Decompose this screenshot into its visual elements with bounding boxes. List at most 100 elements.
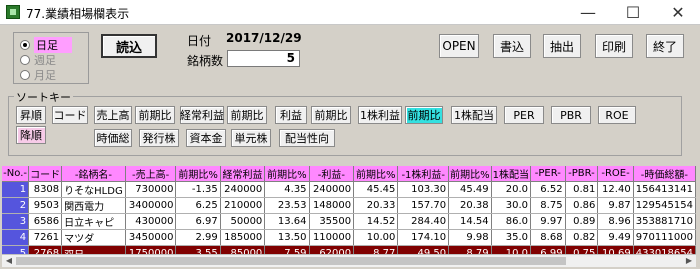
minimize-button[interactable]: — [566, 0, 610, 25]
table-row[interactable]: 3 6586 日立キャピ 430000 6.97 50000 13.64 35500 14.52… [2, 213, 696, 230]
sort-pbr-button[interactable]: PBR [551, 106, 591, 124]
sort-profit-yoy-button[interactable]: 前期比 [311, 106, 351, 124]
table-cell: 3.55 [175, 245, 221, 254]
horizontal-scrollbar[interactable]: ◀ ▶ [2, 254, 696, 267]
sort-capital-button[interactable]: 資本金 [186, 129, 226, 147]
table-cell: 8.79 [448, 245, 492, 254]
table-cell: 8.77 [353, 245, 399, 254]
load-button[interactable]: 読込 [101, 34, 157, 58]
sort-asc-button[interactable]: 昇順 [16, 106, 46, 124]
table-cell: 174.10 [397, 229, 450, 246]
close-button[interactable]: ✕ [656, 0, 700, 25]
table-cell: 30.0 [491, 197, 532, 214]
maximize-button[interactable]: ☐ [611, 0, 655, 25]
col-no[interactable]: -No.- [2, 166, 30, 182]
sort-market-cap-button[interactable]: 時価総 [94, 129, 132, 147]
table-row[interactable]: 4 7261 マツダ 3450000 2.99 185000 13.50 110000 10.0… [2, 229, 696, 246]
table-cell: 8.68 [530, 229, 566, 246]
sort-unit-shares-button[interactable]: 単元株 [231, 129, 271, 147]
col-dividend[interactable]: 1株配当 [491, 166, 532, 182]
table-cell: 3400000 [125, 197, 177, 214]
table-cell: 240000 [309, 181, 355, 198]
sort-dividend-button[interactable]: 1株配当 [451, 106, 497, 124]
col-per[interactable]: -PER- [530, 166, 566, 182]
table-cell: 9503 [28, 197, 63, 214]
radio-weekly[interactable]: 週足 [20, 53, 86, 67]
table-cell: 14.52 [353, 213, 399, 230]
sort-ordinary-profit-yoy-button[interactable]: 前期比 [227, 106, 267, 124]
col-ordinary-profit[interactable]: 経常利益 [220, 166, 266, 182]
sort-shares-button[interactable]: 発行株 [139, 129, 179, 147]
col-eps-yoy[interactable]: 前期比% [448, 166, 492, 182]
col-eps[interactable]: -1株利益- [397, 166, 450, 182]
table-cell: 0.75 [565, 245, 599, 254]
table-row[interactable]: 1 8308 りそなHLDG 730000 -1.35 240000 4.35 240000 4… [2, 181, 696, 198]
table-cell: 9.87 [597, 197, 634, 214]
sort-eps-yoy-button[interactable]: 前期比 [405, 106, 443, 124]
col-profit-yoy[interactable]: 前期比% [353, 166, 399, 182]
sort-payout-ratio-button[interactable]: 配当性向 [279, 129, 335, 147]
table-row[interactable]: 52768双日17500003.55850007.59620008.7749.5… [2, 245, 696, 254]
row-number-cell[interactable]: 3 [2, 213, 30, 230]
col-name[interactable]: -銘柄名- [61, 166, 126, 182]
results-grid[interactable]: -No.- コード -銘柄名- -売上高- 前期比% 経常利益 前期比% -利益… [2, 166, 696, 254]
print-button[interactable]: 印刷 [595, 34, 633, 58]
col-market-cap[interactable]: -時価総額- [633, 166, 696, 182]
table-cell: 49.50 [397, 245, 450, 254]
sort-sales-button[interactable]: 売上高 [94, 106, 132, 124]
exit-button[interactable]: 終了 [646, 34, 684, 58]
col-pbr[interactable]: -PBR- [565, 166, 599, 182]
row-number-cell[interactable]: 4 [2, 229, 30, 246]
table-cell: りそなHLDG [61, 181, 126, 198]
grid-body: 1 8308 りそなHLDG 730000 -1.35 240000 4.35 240000 4… [2, 181, 696, 254]
radio-daily-label: 日足 [34, 36, 72, 53]
scroll-right-icon[interactable]: ▶ [682, 255, 696, 267]
header-row: -No.- コード -銘柄名- -売上高- 前期比% 経常利益 前期比% -利益… [2, 166, 696, 182]
sort-desc-button[interactable]: 降順 [16, 126, 46, 144]
col-roe[interactable]: -ROE- [597, 166, 634, 182]
sort-sales-yoy-button[interactable]: 前期比 [135, 106, 175, 124]
extract-button[interactable]: 抽出 [543, 34, 581, 58]
sort-per-button[interactable]: PER [504, 106, 544, 124]
table-cell: 12.40 [597, 181, 634, 198]
row-number-cell[interactable]: 5 [2, 245, 30, 254]
col-code[interactable]: コード [28, 166, 63, 182]
table-cell: 353881710 [633, 213, 696, 230]
write-button[interactable]: 書込 [493, 34, 531, 58]
row-number-cell[interactable]: 1 [2, 181, 30, 198]
col-sales[interactable]: -売上高- [125, 166, 177, 182]
sort-key-title: ソートキー [14, 89, 73, 105]
radio-weekly-dot [20, 54, 30, 65]
table-cell: 20.38 [448, 197, 492, 214]
table-cell: -1.35 [175, 181, 221, 198]
col-profit[interactable]: -利益- [309, 166, 355, 182]
table-cell: 103.30 [397, 181, 450, 198]
sort-ordinary-profit-button[interactable]: 経常利益 [180, 106, 224, 124]
table-row[interactable]: 2 9503 関西電力 3400000 6.25 210000 23.53 148000 20.… [2, 197, 696, 214]
table-cell: 0.82 [565, 229, 599, 246]
sort-code-button[interactable]: コード [52, 106, 88, 124]
table-cell: 110000 [309, 229, 355, 246]
table-cell: 45.45 [353, 181, 399, 198]
table-cell: 62000 [309, 245, 355, 254]
table-cell: 970111000 [633, 229, 696, 246]
table-cell: 0.81 [565, 181, 599, 198]
sort-profit-button[interactable]: 利益 [275, 106, 307, 124]
col-sales-yoy[interactable]: 前期比% [175, 166, 221, 182]
app-icon [6, 5, 20, 19]
scrollbar-thumb[interactable] [16, 257, 566, 265]
table-cell: 14.54 [448, 213, 492, 230]
col-ordinary-profit-yoy[interactable]: 前期比% [264, 166, 310, 182]
table-cell: 157.70 [397, 197, 450, 214]
radio-daily[interactable]: 日足 [20, 36, 86, 53]
row-number-cell[interactable]: 2 [2, 197, 30, 214]
sort-key-group [8, 96, 682, 156]
radio-monthly-label: 月足 [34, 68, 56, 82]
scroll-left-icon[interactable]: ◀ [2, 255, 16, 267]
sort-eps-button[interactable]: 1株利益 [358, 106, 402, 124]
table-cell: 10.0 [491, 245, 532, 254]
sort-roe-button[interactable]: ROE [598, 106, 636, 124]
table-cell: 1750000 [125, 245, 177, 254]
open-button[interactable]: OPEN [439, 34, 479, 58]
radio-monthly[interactable]: 月足 [20, 68, 86, 82]
